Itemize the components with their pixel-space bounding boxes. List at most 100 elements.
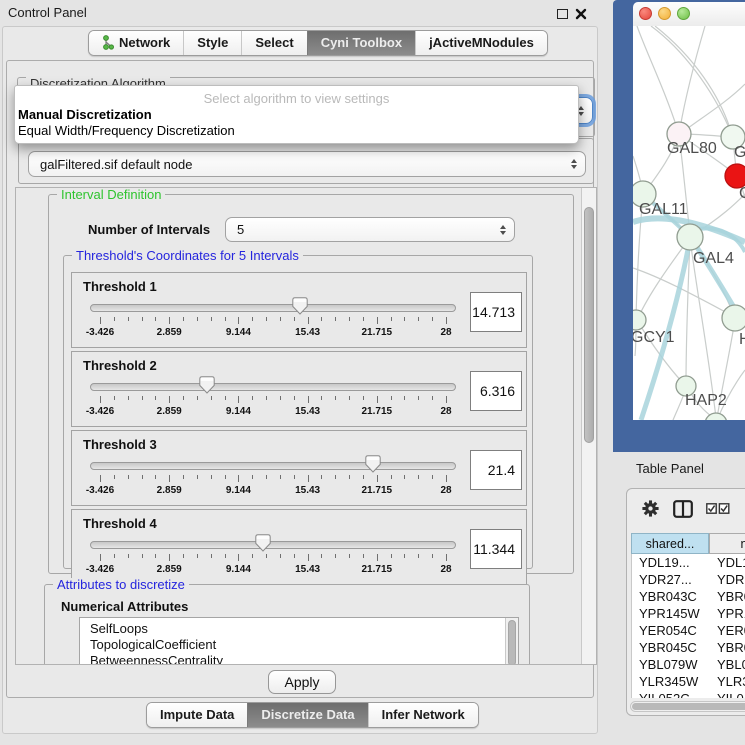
threshold-slider-2[interactable]: -3.4262.8599.14415.4321.71528: [86, 378, 460, 424]
table-row[interactable]: YDL19...YDL1: [632, 554, 745, 571]
close-icon[interactable]: [575, 8, 587, 20]
slider-tick: [349, 396, 350, 400]
slider-tick: [211, 317, 212, 321]
table-cell: YDR27...: [632, 571, 710, 588]
tab-infer-network[interactable]: Infer Network: [368, 703, 478, 727]
dropdown-option-equal-width[interactable]: Equal Width/Frequency Discretization: [18, 123, 235, 138]
threshold-label: Threshold 2: [83, 358, 157, 373]
slider-tick: [280, 475, 281, 479]
table-panel-title: Table Panel: [636, 461, 704, 476]
slider-tick-label: 28: [440, 406, 451, 417]
table-row[interactable]: YBR043CYBR0: [632, 588, 745, 605]
attribute-list-item[interactable]: TopologicalCoefficient: [80, 637, 518, 653]
slider-tick: [252, 317, 253, 321]
apply-button[interactable]: Apply: [268, 670, 336, 694]
slider-tick: [404, 317, 405, 321]
attribute-list-item[interactable]: BetweennessCentrality: [80, 653, 518, 665]
numerical-attributes-list[interactable]: SelfLoopsTopologicalCoefficientBetweenne…: [79, 617, 519, 665]
zoom-traffic-light-icon[interactable]: [677, 7, 690, 20]
table-cell: YLR345W: [632, 673, 710, 690]
table-row[interactable]: YBR045CYBR0: [632, 639, 745, 656]
number-of-intervals-select[interactable]: 5: [225, 217, 515, 242]
slider-tick-label: 9.144: [226, 327, 251, 338]
slider-tick: [128, 554, 129, 558]
table-row[interactable]: YDR27...YDR2: [632, 571, 745, 588]
tab-jactivemnodules[interactable]: jActiveMNodules: [415, 31, 547, 55]
slider-thumb[interactable]: [199, 376, 215, 394]
slider-tick: [211, 475, 212, 479]
slider-tick: [155, 475, 156, 479]
threshold-slider-3[interactable]: -3.4262.8599.14415.4321.71528: [86, 457, 460, 503]
tab-impute-data[interactable]: Impute Data: [147, 703, 247, 727]
slider-tick: [377, 396, 378, 403]
slider-tick: [183, 396, 184, 400]
tab-network[interactable]: Network: [89, 31, 183, 55]
network-node[interactable]: [677, 224, 703, 250]
slider-tick-label: -3.426: [86, 406, 114, 417]
minimize-traffic-light-icon[interactable]: [658, 7, 671, 20]
threshold-slider-4[interactable]: -3.4262.8599.14415.4321.71528: [86, 536, 460, 582]
slider-tick: [266, 317, 267, 321]
slider-tick: [432, 317, 433, 321]
tab-cyni-toolbox[interactable]: Cyni Toolbox: [307, 31, 415, 55]
float-window-icon[interactable]: [557, 9, 568, 19]
tab-select[interactable]: Select: [241, 31, 306, 55]
slider-tick: [321, 554, 322, 558]
slider-tick-label: 15.43: [295, 327, 320, 338]
slider-tick: [100, 396, 101, 403]
network-node[interactable]: [722, 305, 745, 331]
table-column-header[interactable]: shared...: [631, 533, 709, 554]
threshold-value-field[interactable]: 21.4: [470, 450, 522, 490]
list-scrollbar[interactable]: [505, 618, 518, 665]
dropdown-placeholder-option[interactable]: Select algorithm to view settings: [15, 91, 578, 106]
table-row[interactable]: YBL079WYBL0: [632, 656, 745, 673]
network-window-titlebar[interactable]: [633, 2, 745, 26]
slider-tick: [169, 317, 170, 324]
table-data-select[interactable]: galFiltered.sif default node: [28, 151, 586, 177]
table-cell: YPR145W: [632, 605, 710, 622]
table-row[interactable]: YPR145WYPR1: [632, 605, 745, 622]
settings-scrollbar[interactable]: [581, 188, 596, 664]
table-row[interactable]: YER054CYER0: [632, 622, 745, 639]
slider-tick: [377, 554, 378, 561]
slider-tick: [418, 554, 419, 558]
tab-discretize-data[interactable]: Discretize Data: [247, 703, 367, 727]
close-traffic-light-icon[interactable]: [639, 7, 652, 20]
slider-thumb[interactable]: [255, 534, 271, 552]
network-node[interactable]: [633, 310, 646, 330]
slider-tick-label: 21.715: [362, 564, 393, 575]
table-panel: shared...n YDL19...YDL1YDR27...YDR2YBR04…: [626, 488, 745, 716]
threshold-slider-1[interactable]: -3.4262.8599.14415.4321.71528: [86, 299, 460, 345]
threshold-value-field[interactable]: 11.344: [470, 529, 522, 569]
slider-tick: [128, 475, 129, 479]
scrollbar-thumb[interactable]: [584, 207, 594, 443]
slider-tick-label: 28: [440, 564, 451, 575]
slider-tick: [377, 475, 378, 482]
tab-style[interactable]: Style: [183, 31, 241, 55]
threshold-value-field[interactable]: 14.713: [470, 292, 522, 332]
slider-thumb[interactable]: [365, 455, 381, 473]
slider-tick: [238, 317, 239, 324]
slider-tick: [128, 396, 129, 400]
network-graph: GAL80GACGAL11GAL4GCY1HHAP2: [633, 26, 745, 420]
network-canvas[interactable]: GAL80GACGAL11GAL4GCY1HHAP2: [633, 26, 745, 420]
slider-tick: [432, 475, 433, 479]
table-row[interactable]: YLR345WYLR3: [632, 673, 745, 690]
slider-tick: [335, 554, 336, 558]
slider-tick-label: 15.43: [295, 406, 320, 417]
slider-tick: [266, 396, 267, 400]
threshold-value-field[interactable]: 6.316: [470, 371, 522, 411]
columns-icon[interactable]: [673, 500, 693, 518]
network-view-window[interactable]: GAL80GACGAL11GAL4GCY1HHAP2: [613, 0, 745, 452]
settings-gear-icon[interactable]: [641, 499, 660, 518]
select-columns-checkboxes-icon[interactable]: [706, 503, 730, 514]
dropdown-option-manual-discretization[interactable]: Manual Discretization: [18, 107, 152, 122]
slider-thumb[interactable]: [292, 297, 308, 315]
slider-tick: [114, 475, 115, 479]
table-row[interactable]: YIL052CYIL0: [632, 690, 745, 698]
table-column-header[interactable]: n: [709, 533, 745, 554]
slider-tick-label: 21.715: [362, 327, 393, 338]
table-horizontal-scrollbar[interactable]: [630, 701, 745, 712]
attribute-list-item[interactable]: SelfLoops: [80, 621, 518, 637]
table-cell: YER0: [710, 622, 745, 639]
